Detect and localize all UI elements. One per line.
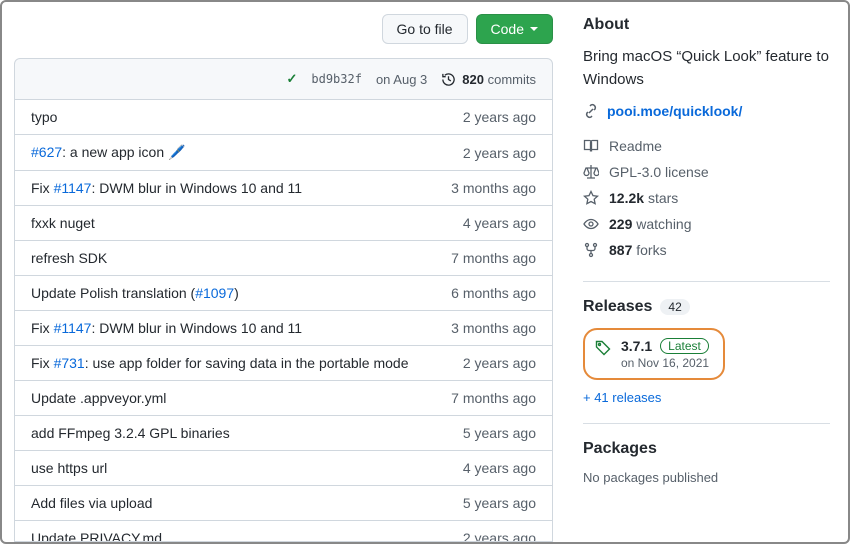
commit-row[interactable]: Update .appveyor.yml 7 months ago: [15, 380, 552, 415]
commit-message: Fix #1147: DWM blur in Windows 10 and 11: [31, 180, 302, 196]
fork-icon: [583, 242, 599, 258]
file-list: typo 2 years ago #627: a new app icon 🖊️ 2 …: [14, 100, 553, 542]
chevron-down-icon: [530, 27, 538, 31]
commit-age: 4 years ago: [463, 215, 536, 231]
commit-age: 2 years ago: [463, 109, 536, 125]
commit-row[interactable]: Update Polish translation (#1097) 6 month…: [15, 275, 552, 310]
commit-age: 7 months ago: [451, 390, 536, 406]
repo-toolbar: Go to file Code: [14, 14, 563, 58]
book-icon: [583, 138, 599, 154]
commit-message: Update PRIVACY.md: [31, 530, 162, 542]
commit-message: use https url: [31, 460, 107, 476]
commit-date: on Aug 3: [376, 72, 427, 87]
commit-message: fxxk nuget: [31, 215, 95, 231]
forks-link[interactable]: 887 forks: [583, 237, 830, 263]
star-icon: [583, 190, 599, 206]
commit-row[interactable]: typo 2 years ago: [15, 100, 552, 134]
commit-message: #627: a new app icon 🖊️: [31, 144, 185, 161]
commit-row[interactable]: refresh SDK 7 months ago: [15, 240, 552, 275]
repo-website-text: pooi.moe/quicklook/: [607, 103, 742, 119]
commit-message: add FFmpeg 3.2.4 GPL binaries: [31, 425, 230, 441]
commit-message: Add files via upload: [31, 495, 152, 511]
commit-age: 4 years ago: [463, 460, 536, 476]
readme-link[interactable]: Readme: [583, 133, 830, 159]
check-icon: ✓: [286, 71, 297, 87]
commit-row[interactable]: Add files via upload 5 years ago: [15, 485, 552, 520]
commit-age: 3 months ago: [451, 180, 536, 196]
commit-age: 7 months ago: [451, 250, 536, 266]
commit-row[interactable]: Fix #1147: DWM blur in Windows 10 and 11…: [15, 310, 552, 345]
about-heading: About: [583, 16, 830, 34]
eye-icon: [583, 216, 599, 232]
commit-row[interactable]: Fix #731: use app folder for saving data…: [15, 345, 552, 380]
commit-row[interactable]: Fix #1147: DWM blur in Windows 10 and 11…: [15, 170, 552, 205]
more-releases-link[interactable]: + 41 releases: [583, 390, 830, 405]
releases-count: 42: [660, 299, 689, 315]
commit-row[interactable]: #627: a new app icon 🖊️ 2 years ago: [15, 134, 552, 170]
latest-release[interactable]: 3.7.1 Latest on Nov 16, 2021: [583, 328, 725, 380]
commit-row[interactable]: fxxk nuget 4 years ago: [15, 205, 552, 240]
about-meta-list: Readme GPL-3.0 license 12.2k stars 229 w…: [583, 133, 830, 263]
commits-link[interactable]: 820 commits: [441, 72, 536, 87]
commit-age: 2 years ago: [463, 145, 536, 161]
license-link[interactable]: GPL-3.0 license: [583, 159, 830, 185]
releases-heading[interactable]: Releases 42: [583, 298, 830, 316]
commit-row[interactable]: add FFmpeg 3.2.4 GPL binaries 5 years ago: [15, 415, 552, 450]
code-button-label: Code: [491, 21, 524, 37]
commit-summary-bar: ✓ bd9b32f on Aug 3 820 commits: [14, 58, 553, 100]
commit-message: Update Polish translation (#1097): [31, 285, 239, 301]
commit-hash[interactable]: bd9b32f: [311, 72, 362, 86]
stars-link[interactable]: 12.2k stars: [583, 185, 830, 211]
commit-message: Update .appveyor.yml: [31, 390, 166, 406]
repo-website-link[interactable]: pooi.moe/quicklook/: [583, 103, 830, 119]
commit-age: 5 years ago: [463, 425, 536, 441]
tag-icon: [595, 340, 611, 356]
commits-count: 820: [462, 72, 484, 87]
commit-row[interactable]: use https url 4 years ago: [15, 450, 552, 485]
release-date: on Nov 16, 2021: [621, 356, 709, 370]
link-icon: [583, 103, 599, 119]
about-description: Bring macOS “Quick Look” feature to Wind…: [583, 46, 830, 91]
commits-label: commits: [488, 72, 536, 87]
release-version: 3.7.1: [621, 338, 652, 354]
history-icon: [441, 72, 456, 87]
commit-age: 2 years ago: [463, 355, 536, 371]
go-to-file-button[interactable]: Go to file: [382, 14, 468, 44]
commit-age: 5 years ago: [463, 495, 536, 511]
commit-age: 2 years ago: [463, 530, 536, 542]
commit-age: 6 months ago: [451, 285, 536, 301]
watching-link[interactable]: 229 watching: [583, 211, 830, 237]
law-icon: [583, 164, 599, 180]
packages-empty: No packages published: [583, 470, 830, 485]
commit-message: refresh SDK: [31, 250, 107, 266]
commit-age: 3 months ago: [451, 320, 536, 336]
commit-message: Fix #1147: DWM blur in Windows 10 and 11: [31, 320, 302, 336]
packages-heading[interactable]: Packages: [583, 440, 830, 458]
latest-badge: Latest: [660, 338, 709, 354]
commit-message: typo: [31, 109, 57, 125]
commit-message: Fix #731: use app folder for saving data…: [31, 355, 408, 371]
code-button[interactable]: Code: [476, 14, 553, 44]
commit-row[interactable]: Update PRIVACY.md 2 years ago: [15, 520, 552, 542]
